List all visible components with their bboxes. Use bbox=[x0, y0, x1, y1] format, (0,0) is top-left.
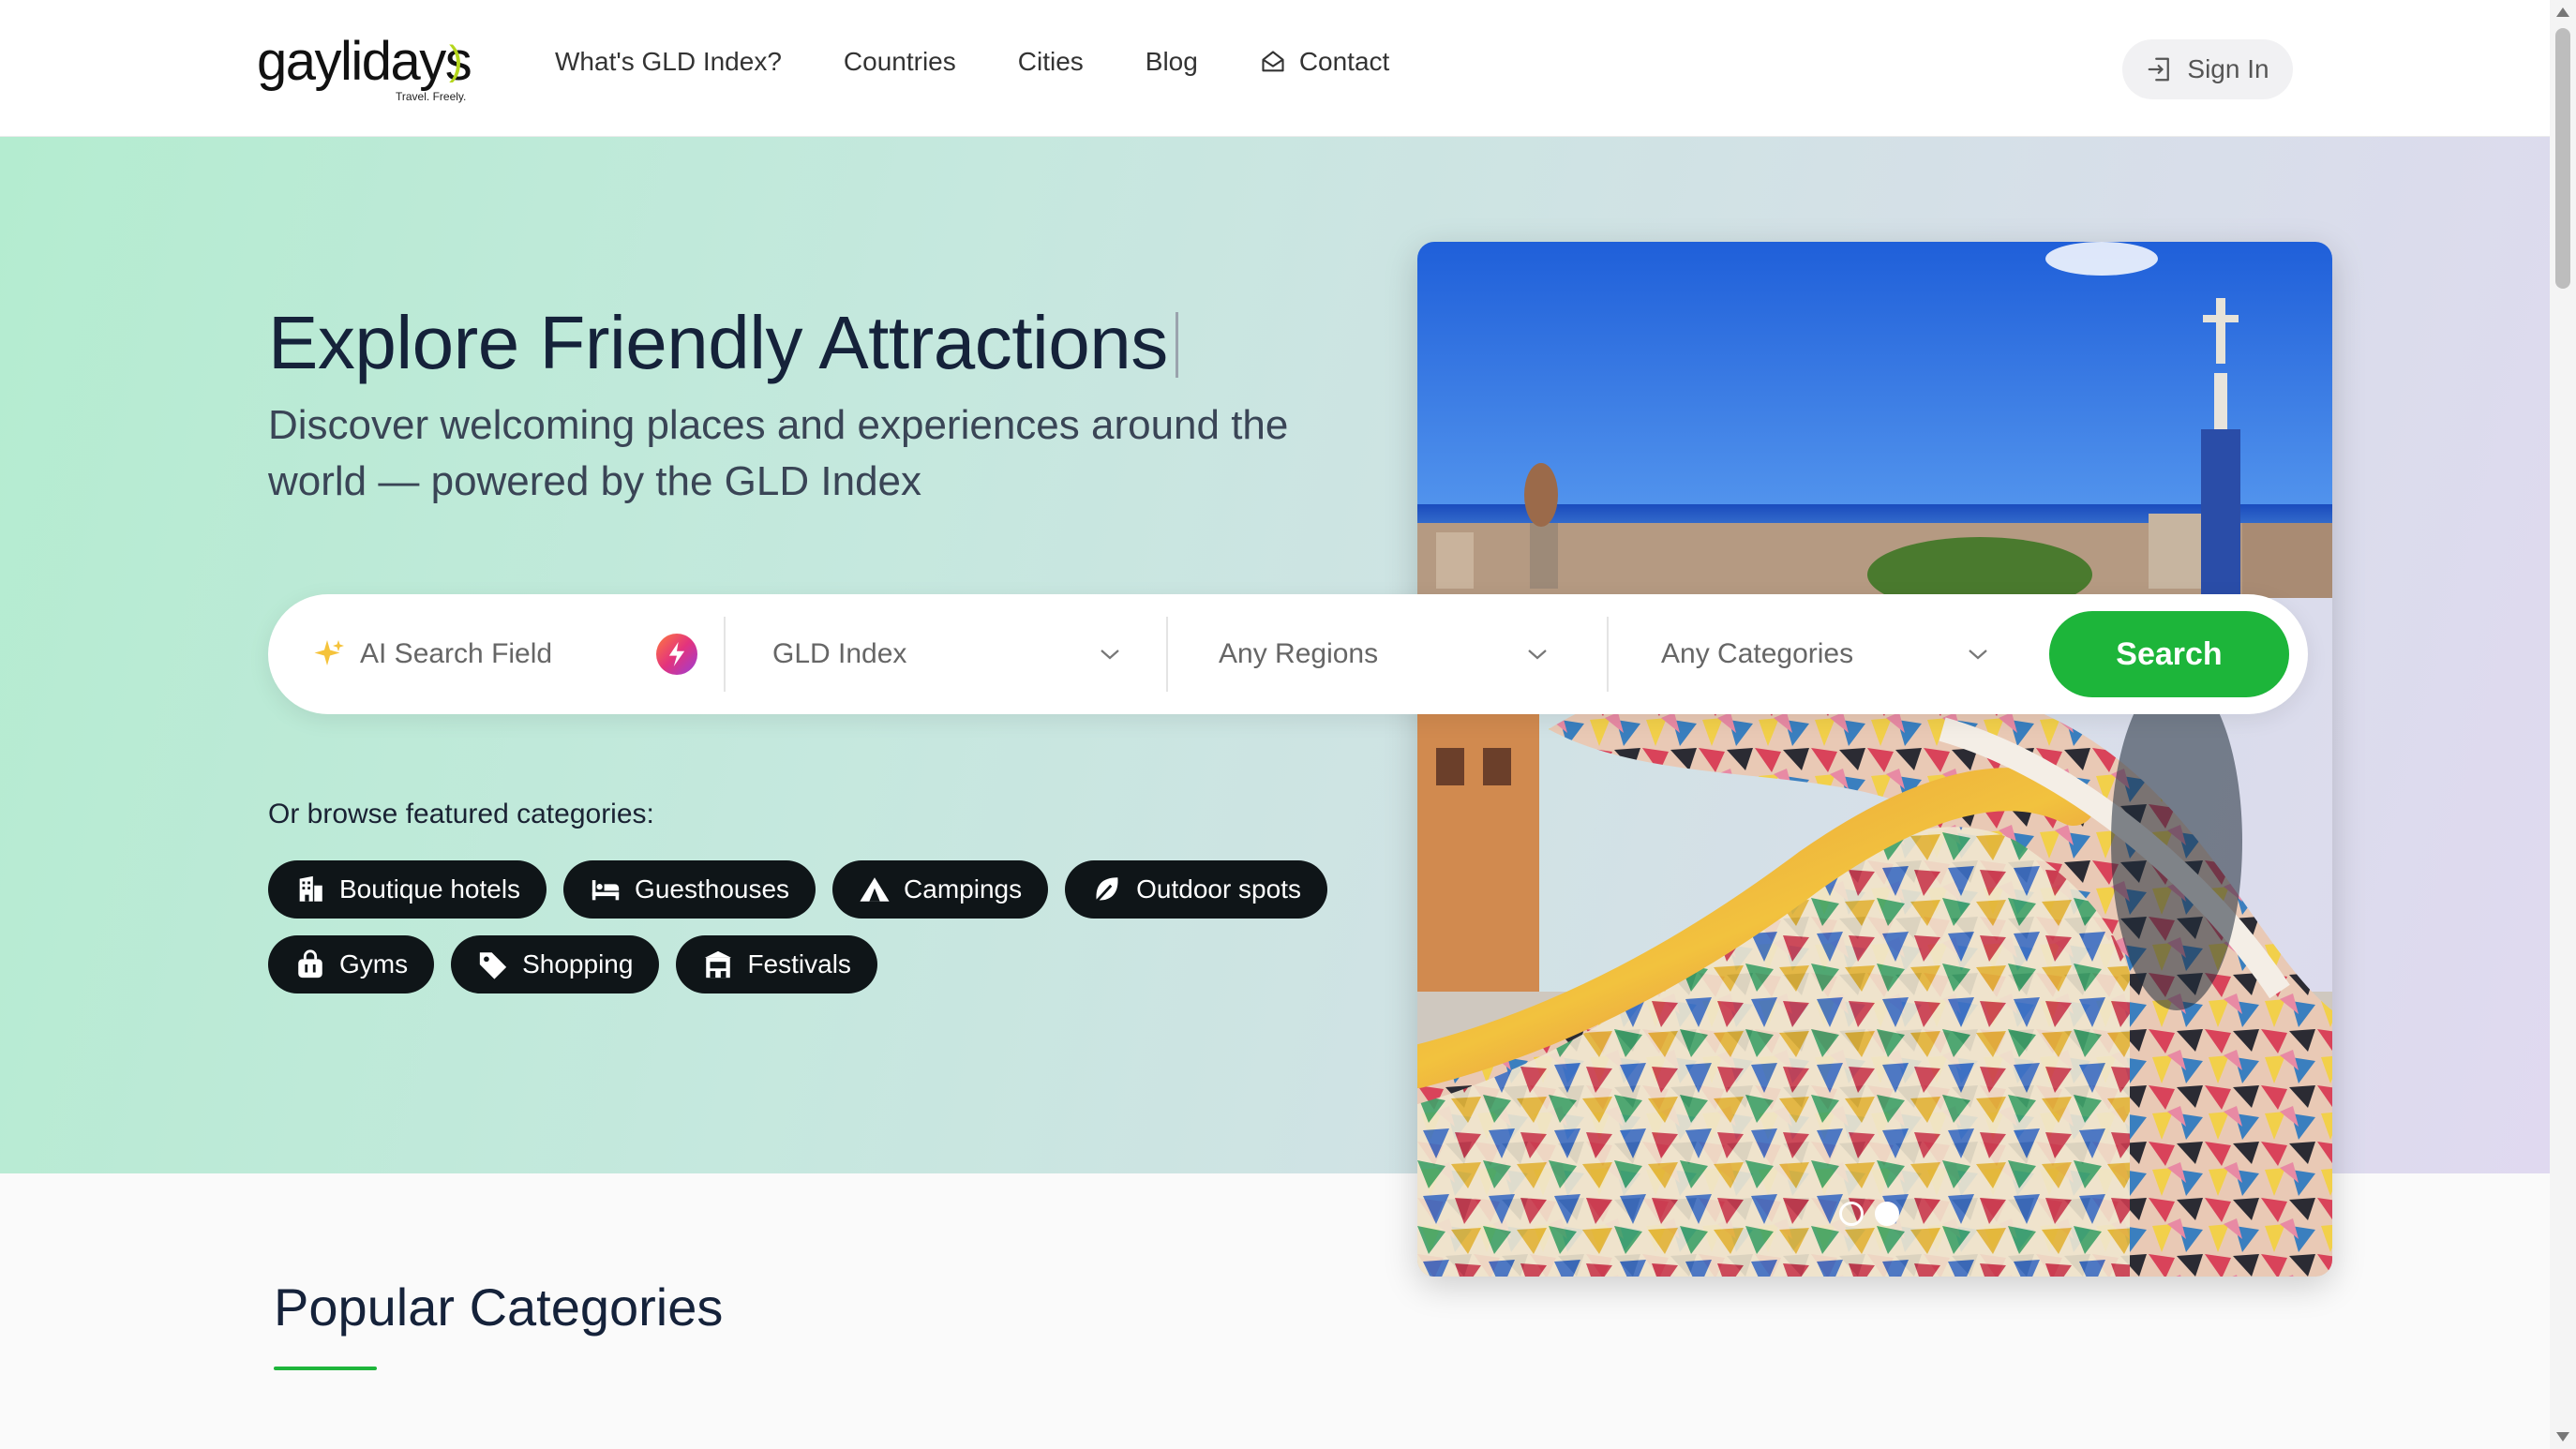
search-divider bbox=[1166, 617, 1168, 692]
gym-bag-icon bbox=[298, 949, 322, 978]
nav-cities-label: Cities bbox=[1017, 47, 1084, 76]
search-divider bbox=[1607, 617, 1609, 692]
popular-categories-heading: Popular Categories bbox=[274, 1277, 724, 1337]
tent-icon bbox=[860, 877, 890, 902]
ticket-booth-icon bbox=[705, 950, 732, 978]
category-select-value: Any Categories bbox=[1661, 638, 1854, 669]
nav-gld-index[interactable]: What's GLD Index? bbox=[555, 47, 782, 77]
main-nav: What's GLD Index? Countries Cities Blog … bbox=[555, 47, 1389, 77]
park-guell-photo bbox=[1417, 242, 2332, 1277]
hero-subtitle: Discover welcoming places and experience… bbox=[268, 402, 1289, 504]
nav-contact-label: Contact bbox=[1298, 47, 1390, 76]
scroll-down-arrow-icon[interactable] bbox=[2556, 1432, 2569, 1442]
category-select[interactable]: Any Categories bbox=[1661, 594, 2055, 714]
site-logo[interactable]: gaylidays ) Travel. Freely. bbox=[257, 31, 472, 104]
chip-gyms[interactable]: Gyms bbox=[268, 935, 435, 993]
chip-label: Boutique hotels bbox=[339, 874, 521, 904]
chip-label: Outdoor spots bbox=[1136, 874, 1301, 904]
hotel-building-icon bbox=[299, 875, 322, 902]
chip-shopping[interactable]: Shopping bbox=[451, 935, 660, 993]
nav-countries-label: Countries bbox=[843, 47, 956, 76]
ai-search-field[interactable]: AI Search Field bbox=[313, 594, 552, 714]
chevron-down-icon bbox=[1528, 650, 1547, 660]
chip-label: Festivals bbox=[747, 949, 851, 978]
search-bar: AI Search Field GLD Index Any Regions An… bbox=[268, 594, 2308, 714]
chip-label: Gyms bbox=[339, 949, 409, 978]
region-select-value: Any Regions bbox=[1219, 638, 1379, 669]
leaf-icon bbox=[1094, 877, 1118, 904]
scroll-up-arrow-icon[interactable] bbox=[2556, 7, 2569, 17]
carousel-dot-1[interactable] bbox=[1839, 1202, 1864, 1226]
hero-title-text: Explore Friendly Attractions bbox=[268, 301, 1168, 384]
chevron-down-icon bbox=[1101, 650, 1119, 660]
sign-in-button[interactable]: Sign In bbox=[2122, 39, 2293, 99]
scrollbar-thumb[interactable] bbox=[2555, 28, 2570, 289]
sign-in-icon bbox=[2149, 57, 2170, 82]
price-tag-icon bbox=[479, 952, 507, 979]
logo-tagline: Travel. Freely. bbox=[396, 90, 467, 103]
carousel-dot-2[interactable] bbox=[1875, 1202, 1899, 1226]
carousel-dots bbox=[1839, 1202, 1899, 1226]
nav-gld-index-label: What's GLD Index? bbox=[555, 47, 782, 76]
gld-index-select-value: GLD Index bbox=[772, 638, 907, 669]
nav-contact[interactable]: Contact bbox=[1260, 47, 1390, 77]
hero-carousel[interactable] bbox=[1417, 242, 2332, 1277]
sign-in-label: Sign In bbox=[2187, 54, 2269, 83]
nav-cities[interactable]: Cities bbox=[1018, 47, 1084, 77]
featured-chips: Boutique hotels Guesthouses Campings Out… bbox=[268, 860, 1337, 993]
chip-boutique-hotels[interactable]: Boutique hotels bbox=[268, 860, 547, 919]
site-header: gaylidays ) Travel. Freely. What's GLD I… bbox=[0, 0, 2550, 137]
chevron-down-icon bbox=[1969, 650, 1987, 660]
nav-blog[interactable]: Blog bbox=[1146, 47, 1198, 77]
ai-search-placeholder: AI Search Field bbox=[360, 638, 553, 669]
nav-blog-label: Blog bbox=[1145, 47, 1198, 76]
chip-label: Shopping bbox=[522, 949, 634, 978]
lightning-icon[interactable] bbox=[656, 634, 697, 675]
logo-wordmark: gaylidays bbox=[257, 31, 472, 92]
page-scrollbar[interactable] bbox=[2550, 0, 2576, 1449]
nav-countries[interactable]: Countries bbox=[844, 47, 956, 77]
chip-label: Campings bbox=[904, 874, 1023, 904]
chip-guesthouses[interactable]: Guesthouses bbox=[563, 860, 816, 919]
sparkle-icon bbox=[314, 640, 344, 665]
chip-label: Guesthouses bbox=[635, 874, 790, 904]
search-divider bbox=[724, 617, 726, 692]
bed-icon bbox=[592, 880, 620, 901]
logo-swoosh-icon: ) bbox=[449, 37, 463, 83]
hero-title: Explore Friendly Attractions bbox=[268, 300, 1178, 386]
chip-outdoor-spots[interactable]: Outdoor spots bbox=[1065, 860, 1327, 919]
mail-open-icon bbox=[1262, 51, 1284, 72]
heading-underline bbox=[274, 1367, 377, 1370]
chip-campings[interactable]: Campings bbox=[832, 860, 1049, 919]
search-button[interactable]: Search bbox=[2049, 611, 2289, 697]
typing-caret bbox=[1175, 312, 1178, 378]
gld-index-select[interactable]: GLD Index bbox=[772, 594, 1204, 714]
chip-festivals[interactable]: Festivals bbox=[676, 935, 877, 993]
region-select[interactable]: Any Regions bbox=[1219, 594, 1612, 714]
featured-categories-label: Or browse featured categories: bbox=[268, 799, 654, 829]
